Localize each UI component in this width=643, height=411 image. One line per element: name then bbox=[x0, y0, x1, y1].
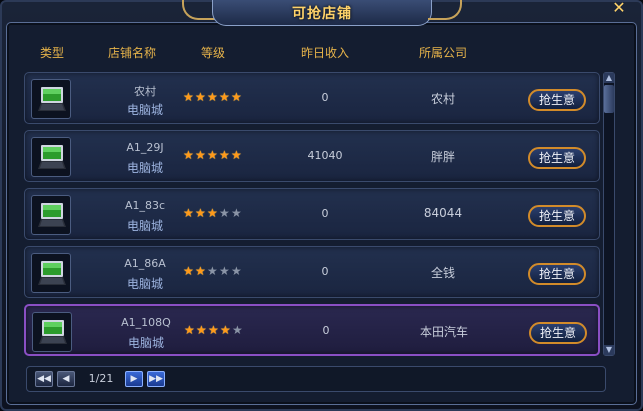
owner-company: 胖胖 bbox=[430, 150, 455, 164]
star-rating: ★ ★ ★ ★ ★ bbox=[183, 207, 253, 221]
star-filled-icon: ★ bbox=[207, 148, 218, 162]
scroll-up-arrow-icon[interactable]: ▲ bbox=[604, 73, 614, 83]
star-empty-icon: ★ bbox=[207, 264, 218, 278]
star-filled-icon: ★ bbox=[195, 206, 206, 220]
scroll-thumb[interactable] bbox=[604, 85, 614, 113]
shop-name: A1_83c bbox=[124, 199, 166, 212]
owner-company: 84044 bbox=[423, 206, 463, 220]
star-filled-icon: ★ bbox=[195, 148, 206, 162]
star-filled-icon: ★ bbox=[220, 323, 231, 337]
star-filled-icon: ★ bbox=[184, 323, 195, 337]
star-filled-icon: ★ bbox=[208, 323, 219, 337]
yesterday-income: 0 bbox=[321, 207, 329, 220]
star-rating: ★ ★ ★ ★ ★ bbox=[183, 149, 253, 163]
owner-company: 本田汽车 bbox=[419, 325, 468, 339]
star-filled-icon: ★ bbox=[219, 148, 230, 162]
shop-type-label: 电脑城 bbox=[126, 219, 163, 233]
star-filled-icon: ★ bbox=[195, 90, 206, 104]
shop-type-icon-box bbox=[32, 312, 72, 352]
star-filled-icon: ★ bbox=[207, 206, 218, 220]
yesterday-income: 41040 bbox=[307, 149, 343, 162]
shop-type-label: 电脑城 bbox=[127, 336, 164, 350]
column-header-name: 店铺名称 bbox=[107, 46, 156, 60]
shop-name: A1_29J bbox=[126, 141, 164, 154]
star-filled-icon: ★ bbox=[231, 90, 242, 104]
star-empty-icon: ★ bbox=[231, 206, 242, 220]
star-empty-icon: ★ bbox=[219, 264, 230, 278]
shop-name: A1_86A bbox=[124, 257, 166, 270]
star-filled-icon: ★ bbox=[196, 323, 207, 337]
laptop-icon bbox=[37, 317, 69, 349]
owner-company: 农村 bbox=[430, 92, 455, 106]
star-filled-icon: ★ bbox=[183, 206, 194, 220]
shop-list: 农村 电脑城 ★ ★ ★ ★ ★ 0 农村 抢生意 A1_29J 电脑城 ★ ★ ★ ★ ★ 41040 胖胖 抢生意… bbox=[24, 72, 600, 360]
first-page-button[interactable]: ◀◀ bbox=[35, 371, 53, 387]
column-header-type: 类型 bbox=[39, 46, 64, 60]
star-filled-icon: ★ bbox=[195, 264, 206, 278]
shop-type-icon-box bbox=[31, 137, 71, 177]
pager: ◀◀ ◀ 1/21 ▶ ▶▶ bbox=[26, 366, 606, 392]
shop-row[interactable]: A1_83c 电脑城 ★ ★ ★ ★ ★ 0 84044 抢生意 bbox=[24, 188, 600, 240]
grab-business-button[interactable]: 抢生意 bbox=[528, 263, 586, 285]
laptop-icon bbox=[36, 200, 68, 232]
scroll-down-arrow-icon[interactable]: ▼ bbox=[604, 345, 614, 355]
star-empty-icon: ★ bbox=[219, 206, 230, 220]
star-filled-icon: ★ bbox=[183, 148, 194, 162]
star-rating: ★ ★ ★ ★ ★ bbox=[183, 265, 253, 279]
laptop-icon bbox=[36, 258, 68, 290]
shop-type-label: 电脑城 bbox=[126, 161, 163, 175]
scrollbar[interactable]: ▲ ▼ bbox=[603, 72, 615, 356]
star-filled-icon: ★ bbox=[183, 90, 194, 104]
shop-row[interactable]: 农村 电脑城 ★ ★ ★ ★ ★ 0 农村 抢生意 bbox=[24, 72, 600, 124]
shop-row[interactable]: A1_86A 电脑城 ★ ★ ★ ★ ★ 0 全钱 抢生意 bbox=[24, 246, 600, 298]
star-rating: ★ ★ ★ ★ ★ bbox=[184, 324, 254, 338]
shop-type-icon-box bbox=[31, 79, 71, 119]
prev-page-button[interactable]: ◀ bbox=[57, 371, 75, 387]
star-filled-icon: ★ bbox=[207, 90, 218, 104]
laptop-icon bbox=[36, 142, 68, 174]
yesterday-income: 0 bbox=[321, 265, 329, 278]
shop-row[interactable]: A1_29J 电脑城 ★ ★ ★ ★ ★ 41040 胖胖 抢生意 bbox=[24, 130, 600, 182]
grab-business-button[interactable]: 抢生意 bbox=[529, 322, 587, 344]
shop-name: 农村 bbox=[134, 85, 156, 98]
column-header-income: 昨日收入 bbox=[300, 46, 349, 60]
grab-business-button[interactable]: 抢生意 bbox=[528, 147, 586, 169]
grab-business-button[interactable]: 抢生意 bbox=[528, 89, 586, 111]
title-banner: 可抢店铺 bbox=[182, 0, 462, 26]
shop-row[interactable]: A1_108Q 电脑城 ★ ★ ★ ★ ★ 0 本田汽车 抢生意 bbox=[24, 304, 600, 356]
dialog-title: 可抢店铺 bbox=[292, 6, 352, 22]
close-icon[interactable]: ✕ bbox=[611, 0, 627, 16]
yesterday-income: 0 bbox=[322, 324, 330, 337]
star-filled-icon: ★ bbox=[183, 264, 194, 278]
shop-type-icon-box bbox=[31, 253, 71, 293]
column-header-level: 等级 bbox=[200, 46, 225, 60]
shop-name: A1_108Q bbox=[121, 316, 171, 329]
next-page-button[interactable]: ▶ bbox=[125, 371, 143, 387]
star-empty-icon: ★ bbox=[232, 323, 243, 337]
star-empty-icon: ★ bbox=[231, 264, 242, 278]
laptop-icon bbox=[36, 84, 68, 116]
yesterday-income: 0 bbox=[321, 91, 329, 104]
star-filled-icon: ★ bbox=[231, 148, 242, 162]
page-indicator: 1/21 bbox=[88, 372, 114, 385]
shop-type-label: 电脑城 bbox=[126, 277, 163, 291]
star-rating: ★ ★ ★ ★ ★ bbox=[183, 91, 253, 105]
column-header-company: 所属公司 bbox=[418, 46, 467, 60]
column-header-row: 类型 店铺名称 等级 昨日收入 所属公司 bbox=[0, 44, 643, 64]
last-page-button[interactable]: ▶▶ bbox=[147, 371, 165, 387]
shop-type-icon-box bbox=[31, 195, 71, 235]
shop-type-label: 电脑城 bbox=[126, 103, 163, 117]
owner-company: 全钱 bbox=[430, 266, 455, 280]
grab-business-button[interactable]: 抢生意 bbox=[528, 205, 586, 227]
star-filled-icon: ★ bbox=[219, 90, 230, 104]
